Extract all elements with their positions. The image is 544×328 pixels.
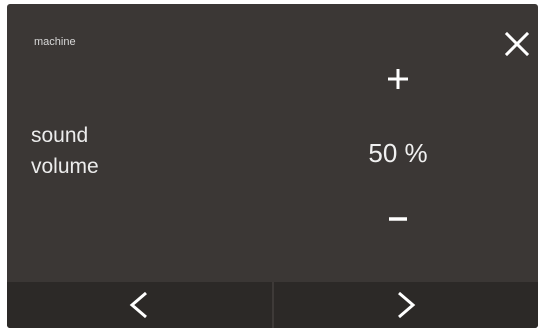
setting-label-line2: volume [31,155,99,178]
next-button[interactable] [274,282,539,328]
breadcrumb: machine [34,36,76,48]
settings-screen: machine sound volume 50 % [7,4,538,328]
minus-icon [389,217,407,221]
previous-button[interactable] [7,282,272,328]
plus-icon [388,69,408,89]
setting-label: sound volume [31,120,181,182]
decrease-button[interactable] [375,196,421,242]
chevron-right-icon [397,291,416,319]
navigation-bar [7,282,538,328]
close-icon [504,31,530,57]
increase-button[interactable] [375,56,421,102]
volume-value: 50 % [368,138,428,168]
setting-label-line1: sound [31,124,89,147]
close-button[interactable] [499,26,535,62]
chevron-left-icon [129,291,148,319]
